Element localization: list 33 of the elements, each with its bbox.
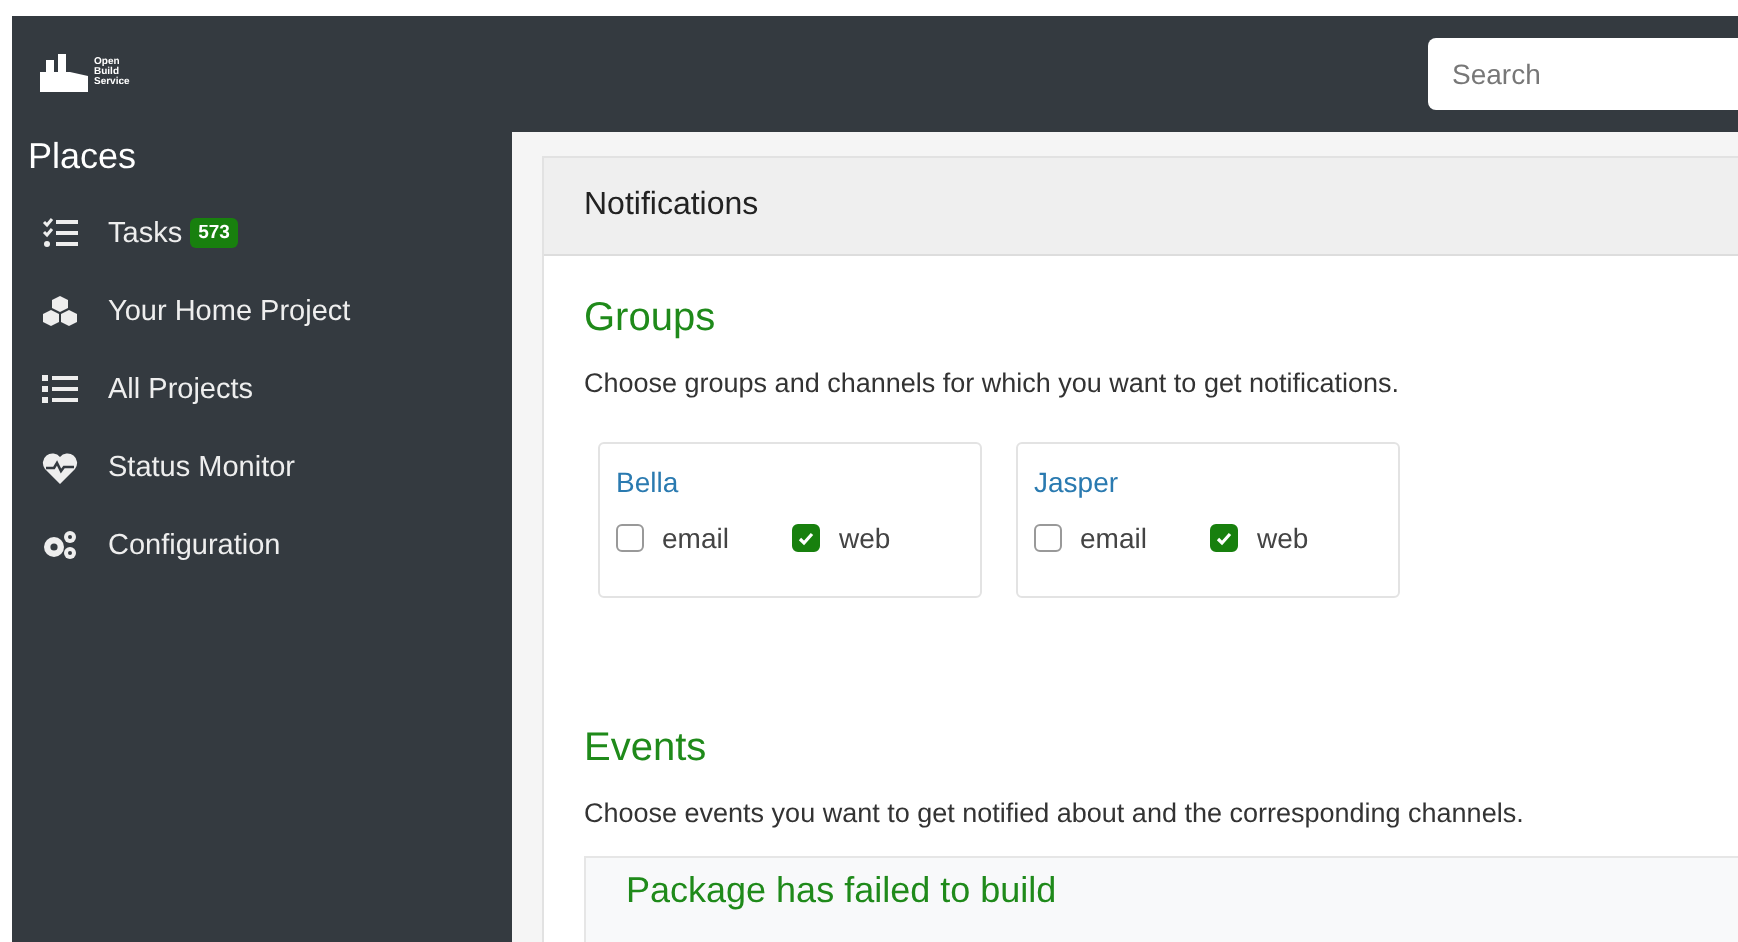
checkbox[interactable] bbox=[1210, 524, 1239, 552]
section-heading: Events bbox=[584, 726, 709, 772]
card-title: Notifications bbox=[544, 158, 1738, 256]
sidebar-title: Places bbox=[28, 136, 139, 178]
list-icon bbox=[42, 374, 78, 404]
sidebar-item[interactable]: Tasks 573 bbox=[12, 194, 512, 272]
group-link[interactable]: Jasper bbox=[1034, 466, 1119, 498]
section-heading: Groups bbox=[584, 296, 718, 342]
sidebar-item-label: Tasks bbox=[108, 217, 183, 249]
count-badge: 573 bbox=[190, 218, 238, 248]
tasks-icon bbox=[42, 218, 78, 248]
checkbox[interactable] bbox=[1034, 524, 1062, 552]
gears-icon bbox=[42, 530, 78, 560]
section-description: Choose groups and channels for which you want to get notifications. bbox=[584, 368, 1401, 398]
checkmark-icon bbox=[1216, 531, 1233, 545]
factory-logo-icon bbox=[40, 52, 88, 92]
checkbox-label: web bbox=[1256, 522, 1309, 554]
checkmark-icon bbox=[798, 531, 815, 545]
checkbox[interactable] bbox=[616, 524, 644, 552]
sidebar-item[interactable]: Status Monitor bbox=[12, 428, 512, 506]
sidebar-item[interactable]: Configuration bbox=[12, 506, 512, 584]
sidebar-item[interactable]: Your Home Project bbox=[12, 272, 512, 350]
checkbox-label: email bbox=[1080, 522, 1147, 554]
checkbox-label: email bbox=[662, 522, 729, 554]
cubes-icon bbox=[42, 295, 78, 327]
heartbeat-icon bbox=[42, 451, 78, 483]
section-description: Choose events you want to get notified about and the corresponding channels. bbox=[584, 798, 1526, 828]
event-title: Package has failed to build bbox=[626, 870, 1057, 910]
checkbox[interactable] bbox=[792, 524, 821, 552]
checkbox-label: web bbox=[838, 522, 891, 554]
group-link[interactable]: Bella bbox=[616, 466, 679, 498]
sidebar-item[interactable]: All Projects bbox=[12, 350, 512, 428]
search-field[interactable]: Search bbox=[1428, 38, 1738, 110]
